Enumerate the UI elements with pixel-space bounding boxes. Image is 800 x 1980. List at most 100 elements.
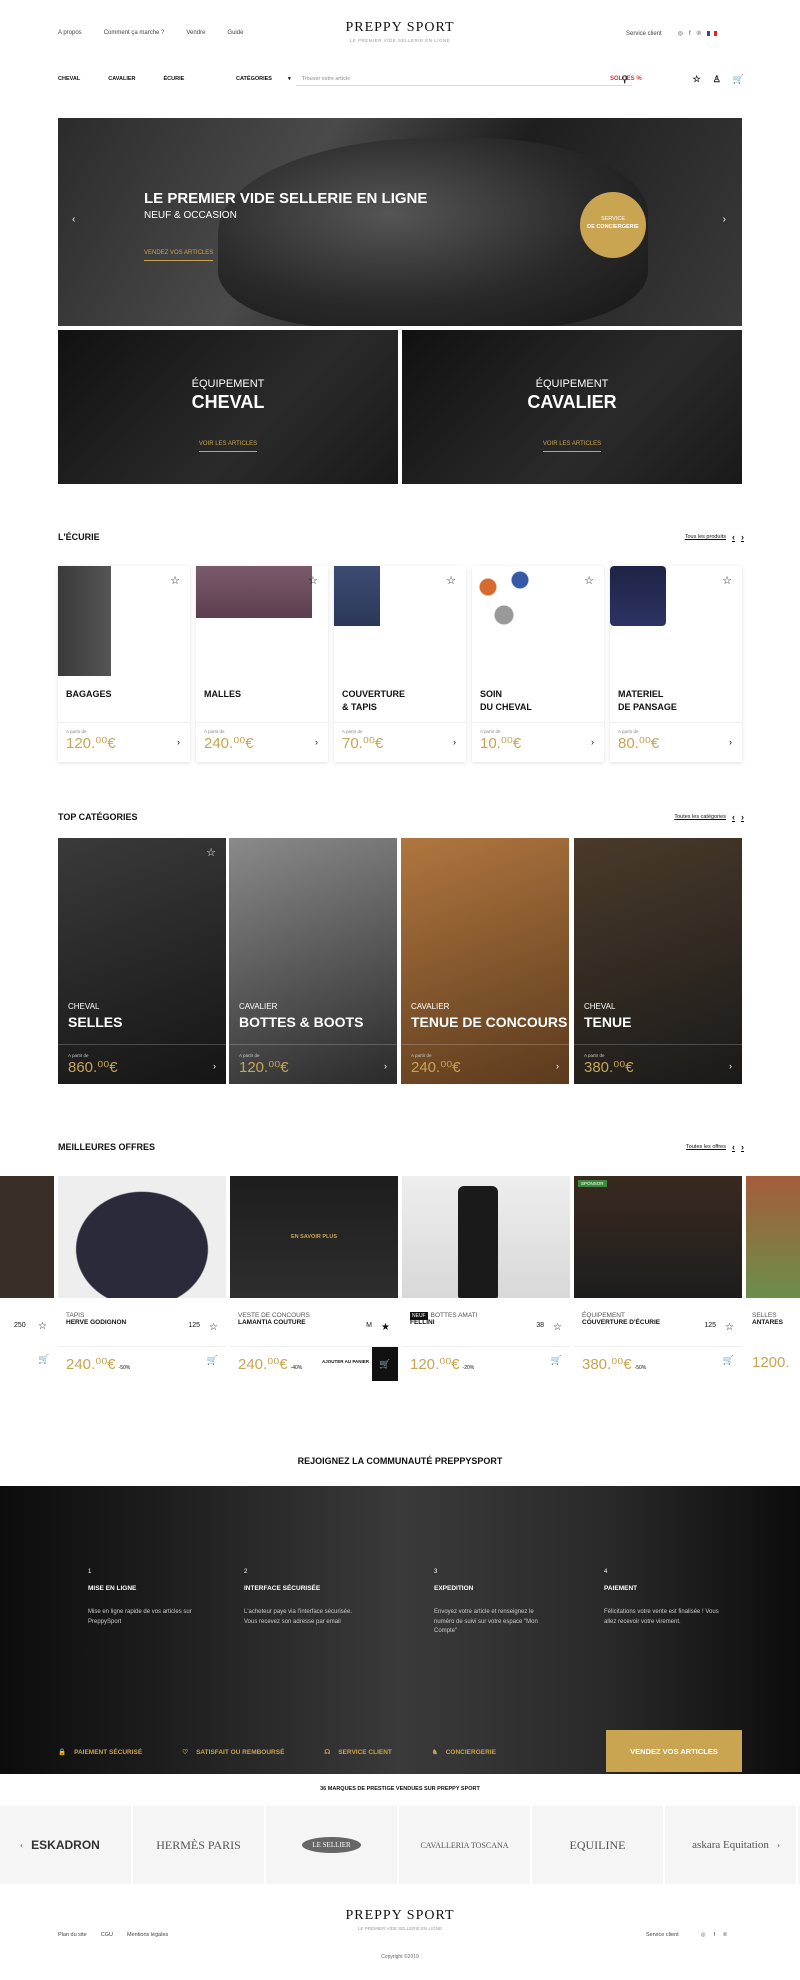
brand-logo[interactable]: HERMÈS PARIS xyxy=(133,1806,266,1884)
favorite-star-icon[interactable]: ☆ xyxy=(722,574,732,587)
add-to-cart-label[interactable]: AJOUTER AU PANIER xyxy=(322,1359,369,1364)
ecurie-card[interactable]: ☆ COUVERTURE & TAPIS A partir de 70.⁰⁰€ › xyxy=(334,566,466,762)
chevron-right-icon[interactable]: › xyxy=(729,737,732,747)
pinterest-icon[interactable]: ℗ xyxy=(697,31,701,37)
brand-logo[interactable]: askara Equitation › xyxy=(665,1806,798,1884)
hero-prev-arrow[interactable]: ‹ xyxy=(72,214,75,225)
search-input[interactable]: Trouver votre article ⚲ xyxy=(296,72,632,86)
prev-arrow-icon[interactable]: ‹ xyxy=(732,1142,735,1152)
nav-cavalier[interactable]: CAVALIER xyxy=(108,76,135,82)
topcat-card[interactable]: CAVALIER BOTTES & BOOTS A partir de 120.⁰… xyxy=(229,838,397,1084)
offre-card[interactable]: SPONSOR ÉQUIPEMENT COUVERTURE D'ÉCURIE 12… xyxy=(574,1176,742,1380)
step-desc: L'acheteur paye via l'interface sécurisé… xyxy=(244,1608,353,1625)
chevron-right-icon[interactable]: › xyxy=(591,737,594,747)
topcat-card[interactable]: CHEVAL TENUE A partir de 380.⁰⁰€ › xyxy=(574,838,742,1084)
ecurie-card[interactable]: ☆ SOIN DU CHEVAL A partir de 10.⁰⁰€ › xyxy=(472,566,604,762)
footer-link-cgu[interactable]: CGU xyxy=(101,1932,113,1938)
offre-brand: ANTARES xyxy=(752,1319,783,1326)
ecurie-card[interactable]: ☆ MATERIEL DE PANSAGE A partir de 80.⁰⁰€ › xyxy=(610,566,742,762)
favorite-star-icon[interactable]: ☆ xyxy=(725,1322,734,1333)
chevron-right-icon[interactable]: › xyxy=(729,1061,732,1071)
chevron-right-icon[interactable]: › xyxy=(556,1061,559,1071)
main-nav: CHEVAL CAVALIER ÉCURIE CATÉGORIES ▾ Trouv… xyxy=(58,72,744,86)
language-flag-icon[interactable] xyxy=(707,31,718,36)
ecurie-card[interactable]: ☆ BAGAGES A partir de 120.⁰⁰€ › xyxy=(58,566,190,762)
equipement-cheval-panel[interactable]: ÉQUIPEMENT CHEVAL VOIR LES ARTICLES xyxy=(58,330,398,484)
chevron-right-icon[interactable]: › xyxy=(384,1061,387,1071)
brand-logo[interactable]: CAVALLERIA TOSCANA xyxy=(399,1806,532,1884)
footer-service-link[interactable]: Service client xyxy=(646,1932,679,1938)
footer-link-plan[interactable]: Plan du site xyxy=(58,1932,87,1938)
perk-label: SERVICE CLIENT xyxy=(338,1748,392,1756)
next-arrow-icon[interactable]: › xyxy=(741,812,744,822)
all-categories-link[interactable]: Toutes les catégories xyxy=(674,814,726,820)
category-select[interactable]: CATÉGORIES ▾ xyxy=(236,76,291,82)
brand-name: HERMÈS PARIS xyxy=(156,1837,241,1852)
equipement-cavalier-panel[interactable]: ÉQUIPEMENT CAVALIER VOIR LES ARTICLES xyxy=(402,330,742,484)
facebook-icon[interactable]: f xyxy=(689,31,691,37)
chevron-right-icon[interactable]: › xyxy=(453,737,456,747)
favorite-star-icon[interactable]: ☆ xyxy=(206,846,216,859)
pinterest-icon[interactable]: ℗ xyxy=(723,1932,727,1938)
instagram-icon[interactable]: ◎ xyxy=(678,30,683,37)
all-offers-link[interactable]: Toutes les offres xyxy=(686,1144,726,1150)
chevron-right-icon[interactable]: › xyxy=(177,737,180,747)
add-to-cart-icon[interactable]: 🛒 xyxy=(723,1355,734,1366)
favorite-star-icon[interactable]: ☆ xyxy=(170,574,180,587)
instagram-icon[interactable]: ◎ xyxy=(701,1932,706,1938)
chevron-right-icon[interactable]: › xyxy=(777,1840,780,1850)
favorite-star-icon[interactable]: ☆ xyxy=(38,1321,47,1332)
facebook-icon[interactable]: f xyxy=(714,1932,716,1938)
conciergerie-badge[interactable]: SERVICE DE CONCIERGERIE xyxy=(580,192,646,258)
brand-logo[interactable]: EQUILINE xyxy=(532,1806,665,1884)
footer-logo[interactable]: PREPPY SPORT LE PREMIER VIDE SELLERIE EN… xyxy=(0,1908,800,1931)
hero-next-arrow[interactable]: › xyxy=(723,214,726,225)
footer-link-mentions[interactable]: Mentions légales xyxy=(127,1932,168,1938)
add-to-cart-icon[interactable]: 🛒 xyxy=(207,1355,218,1366)
sell-articles-button[interactable]: VENDEZ VOS ARTICLES xyxy=(606,1730,742,1772)
brand-logo[interactable]: LE SELLIER xyxy=(266,1806,399,1884)
add-to-cart-button[interactable]: 🛒 xyxy=(372,1347,398,1381)
panel-cta[interactable]: VOIR LES ARTICLES xyxy=(542,441,602,452)
hero-subtitle: NEUF & OCCASION xyxy=(144,210,237,221)
chevron-left-icon[interactable]: ‹ xyxy=(20,1840,23,1850)
chevron-right-icon[interactable]: › xyxy=(315,737,318,747)
brand-logo[interactable]: ‹ ESKADRON xyxy=(0,1806,133,1884)
prev-arrow-icon[interactable]: ‹ xyxy=(732,532,735,542)
panel-cta[interactable]: VOIR LES ARTICLES xyxy=(198,441,258,452)
offre-card-partial-left[interactable]: 250 ☆ 🛒 xyxy=(0,1176,54,1380)
favorite-star-icon[interactable]: ☆ xyxy=(584,574,594,587)
hero-cta-link[interactable]: VENDEZ VOS ARTICLES xyxy=(144,250,214,261)
account-icon[interactable]: ♙ xyxy=(713,74,721,85)
topcat-card[interactable]: ☆ CHEVAL SELLES A partir de 860.⁰⁰€ › xyxy=(58,838,226,1084)
topcat-card[interactable]: CAVALIER TENUE DE CONCOURS A partir de 24… xyxy=(401,838,569,1084)
offre-card[interactable]: TAPIS HERVE GODIGNON 125 ☆ 240.⁰⁰€ -50% 🛒 xyxy=(58,1176,226,1380)
prev-arrow-icon[interactable]: ‹ xyxy=(732,812,735,822)
nav-ecurie[interactable]: ÉCURIE xyxy=(164,76,185,82)
card-price: 380.⁰⁰€ xyxy=(584,1059,634,1076)
favorite-star-icon[interactable]: ☆ xyxy=(308,574,318,587)
offre-price: 380.⁰⁰€ xyxy=(582,1356,632,1373)
topcat-section-header: TOP CATÉGORIES Toutes les catégories ‹ › xyxy=(58,812,744,822)
service-client-link[interactable]: Service client xyxy=(626,31,662,37)
all-products-link[interactable]: Tous les produits xyxy=(685,534,726,540)
nav-cheval[interactable]: CHEVAL xyxy=(58,76,80,82)
ecurie-card[interactable]: ☆ MALLES A partir de 240.⁰⁰€ › xyxy=(196,566,328,762)
next-arrow-icon[interactable]: › xyxy=(741,1142,744,1152)
add-to-cart-icon[interactable]: 🛒 xyxy=(38,1354,49,1365)
favorite-star-icon[interactable]: ☆ xyxy=(209,1322,218,1333)
offre-card[interactable]: EN SAVOIR PLUS VESTE DE CONCOURS LAMANTIA… xyxy=(230,1176,398,1381)
footer-right: Service client ◎ f ℗ xyxy=(646,1932,727,1938)
offre-card[interactable]: NEUF BOTTES AMATI FELLINI 38 ☆ 120.⁰⁰€ -20%… xyxy=(402,1176,570,1380)
favorite-star-icon[interactable]: ☆ xyxy=(446,574,456,587)
offre-card-partial-right[interactable]: SELLES ANTARES 1200. xyxy=(746,1176,800,1380)
favorite-star-icon[interactable]: ☆ xyxy=(553,1322,562,1333)
cart-icon[interactable]: 🛒 xyxy=(733,74,744,85)
next-arrow-icon[interactable]: › xyxy=(741,532,744,542)
add-to-cart-icon[interactable]: 🛒 xyxy=(551,1355,562,1366)
favorites-icon[interactable]: ☆ xyxy=(693,74,701,85)
chevron-right-icon[interactable]: › xyxy=(213,1061,216,1071)
soldes-link[interactable]: SOLDES % xyxy=(610,76,642,82)
card-price: 10.⁰⁰€ xyxy=(480,735,522,752)
hover-more-info[interactable]: EN SAVOIR PLUS xyxy=(230,1234,398,1240)
